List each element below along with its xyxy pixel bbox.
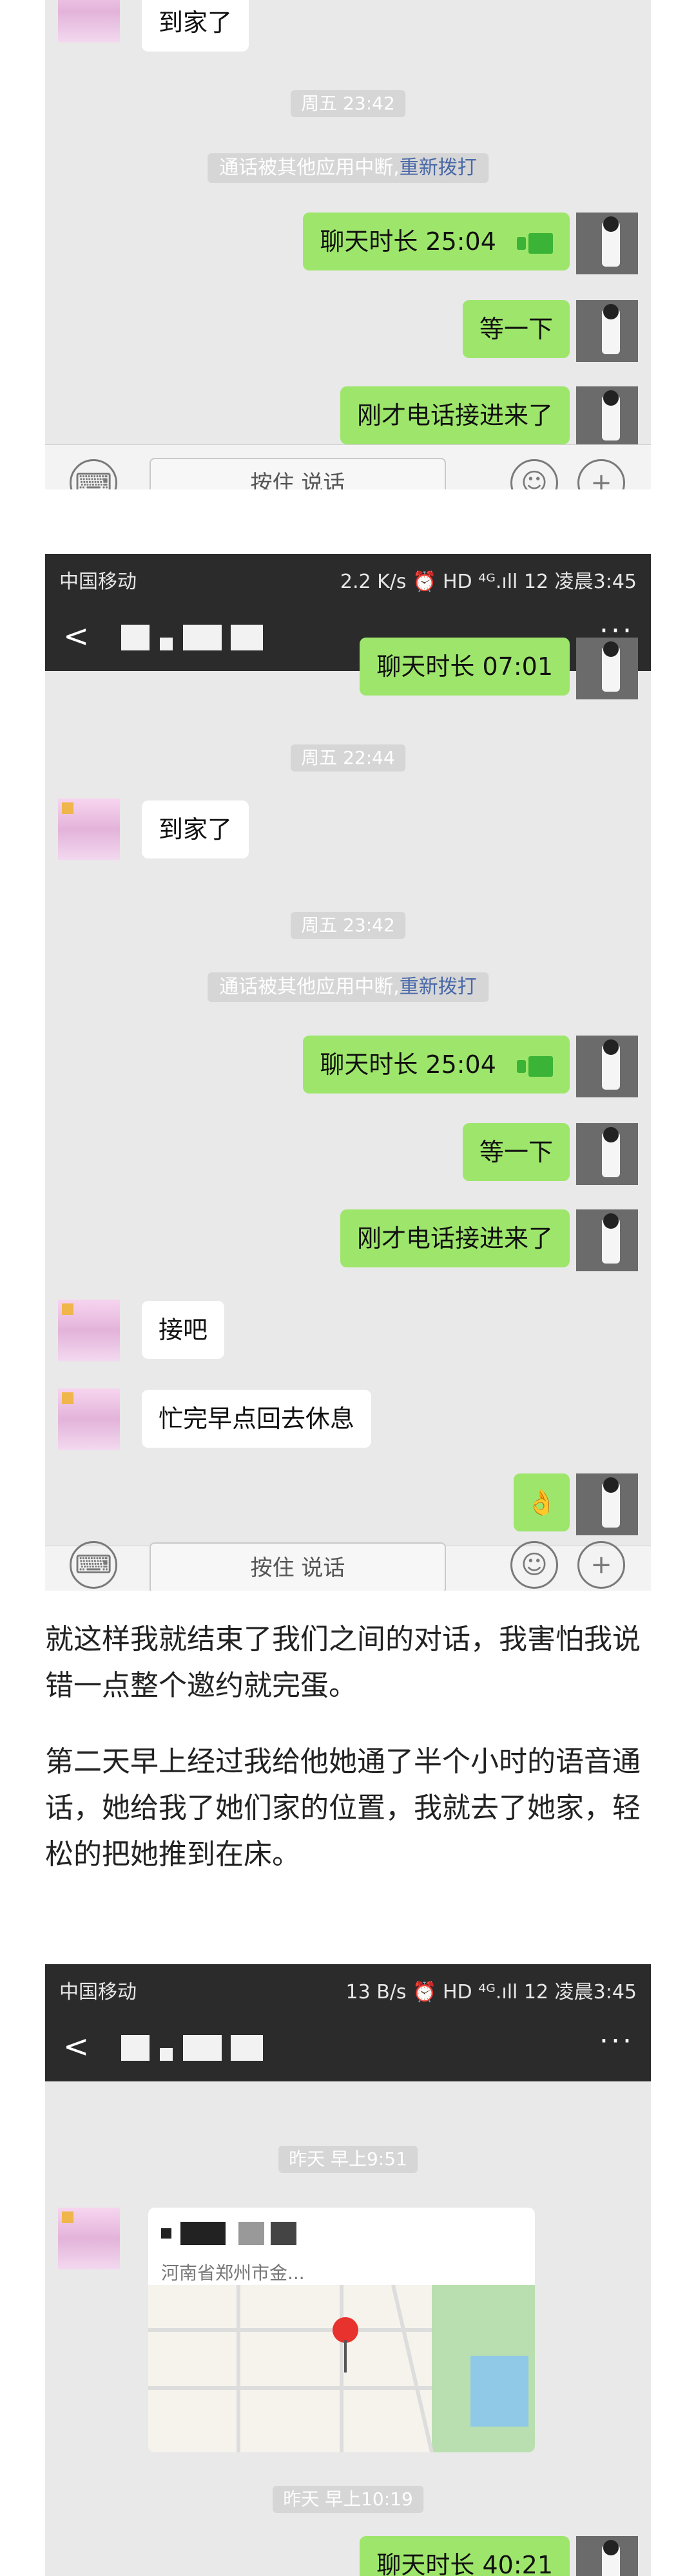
hold-to-talk-button[interactable]: 按住 说话 xyxy=(150,1542,446,1591)
message-bubble-incoming[interactable]: 到家了 xyxy=(142,800,249,858)
redial-link[interactable]: 重新拨打 xyxy=(400,976,477,998)
contact-avatar[interactable] xyxy=(58,2208,120,2269)
more-dots-icon[interactable]: ··· xyxy=(599,2025,634,2058)
contact-avatar[interactable] xyxy=(58,1388,120,1450)
redial-link[interactable]: 重新拨打 xyxy=(400,156,477,179)
my-avatar[interactable] xyxy=(576,1473,638,1535)
plus-icon[interactable]: + xyxy=(577,459,625,489)
map-thumbnail xyxy=(148,2284,535,2452)
call-icon xyxy=(517,1056,553,1077)
system-notice-text: 通话被其他应用中断, xyxy=(219,976,400,998)
my-avatar[interactable] xyxy=(576,1209,638,1271)
message-bubble-incoming[interactable]: 忙完早点回去休息 xyxy=(142,1390,372,1448)
call-duration-bubble[interactable]: 聊天时长 25:04 xyxy=(303,213,570,270)
emoji-message-bubble[interactable]: 👌 xyxy=(513,1473,570,1531)
my-avatar[interactable] xyxy=(576,300,638,362)
contact-name-redacted xyxy=(121,2035,314,2061)
location-address: 河南省郑州市金... xyxy=(161,2262,305,2284)
call-duration-bubble[interactable]: 聊天时长 25:04 xyxy=(303,1036,570,1094)
my-avatar[interactable] xyxy=(576,1036,638,1097)
my-avatar[interactable] xyxy=(576,1123,638,1185)
title-bar-cover xyxy=(45,600,651,671)
keyboard-icon[interactable]: ⌨ xyxy=(70,1541,117,1589)
my-avatar[interactable] xyxy=(576,213,638,274)
map-pin-stick xyxy=(344,2340,347,2372)
contact-avatar[interactable] xyxy=(58,799,120,860)
status-right: 2.2 K/s ⏰ HD ⁴ᴳ.ıll 12 凌晨3:45 xyxy=(340,571,637,593)
message-bubble-outgoing[interactable]: 等一下 xyxy=(462,1123,570,1181)
location-name-redacted xyxy=(161,2222,354,2248)
status-bar: 中国移动 13 B/s ⏰ HD ⁴ᴳ.ıll 12 凌晨3:45 xyxy=(45,1964,651,2011)
chat-screenshot-2: 中国移动 2.2 K/s ⏰ HD ⁴ᴳ.ıll 12 凌晨3:45 < ···… xyxy=(45,554,651,1591)
call-icon xyxy=(517,232,553,254)
timestamp: 周五 22:44 xyxy=(291,744,405,772)
page: 到家了 周五 23:42 通话被其他应用中断,重新拨打 聊天时长 25:04 等… xyxy=(0,0,696,2576)
message-bubble-incoming[interactable]: 接吧 xyxy=(142,1301,225,1359)
chat-title-bar: < ··· xyxy=(45,2011,651,2081)
contact-avatar[interactable] xyxy=(58,0,120,43)
back-icon[interactable]: < xyxy=(63,2029,89,2065)
timestamp: 昨天 早上10:19 xyxy=(273,2486,423,2513)
status-carrier: 中国移动 xyxy=(59,1981,137,2003)
status-right: 13 B/s ⏰ HD ⁴ᴳ.ıll 12 凌晨3:45 xyxy=(345,1981,637,2003)
status-bar: 中国移动 2.2 K/s ⏰ HD ⁴ᴳ.ıll 12 凌晨3:45 xyxy=(45,554,651,600)
call-duration-bubble[interactable]: 聊天时长 40:21 xyxy=(360,2536,570,2576)
hold-to-talk-button[interactable]: 按住 说话 xyxy=(150,458,446,489)
map-roads xyxy=(148,2284,535,2452)
contact-avatar[interactable] xyxy=(58,1300,120,1361)
my-avatar[interactable] xyxy=(576,2536,638,2576)
chat-screenshot-3: 中国移动 13 B/s ⏰ HD ⁴ᴳ.ıll 12 凌晨3:45 < ··· … xyxy=(45,1964,651,2576)
emoji-icon[interactable]: ☺ xyxy=(510,1541,558,1589)
article-paragraph-2: 第二天早上经过我给他她通了半个小时的语音通话，她给我了她们家的位置，我就去了她家… xyxy=(45,1745,641,1871)
call-duration-text: 聊天时长 25:04 xyxy=(320,1050,496,1079)
keyboard-icon[interactable]: ⌨ xyxy=(70,459,117,489)
map-pin-icon xyxy=(333,2317,358,2343)
chat-screenshot-1: 到家了 周五 23:42 通话被其他应用中断,重新拨打 聊天时长 25:04 等… xyxy=(45,0,651,489)
my-avatar[interactable] xyxy=(576,386,638,448)
message-bubble-outgoing[interactable]: 等一下 xyxy=(462,300,570,358)
plus-icon[interactable]: + xyxy=(577,1541,625,1589)
status-carrier: 中国移动 xyxy=(59,571,137,593)
location-message-card[interactable]: 河南省郑州市金... xyxy=(148,2208,535,2452)
system-notice: 通话被其他应用中断,重新拨打 xyxy=(208,153,488,183)
timestamp: 周五 23:42 xyxy=(291,912,405,939)
message-bubble-outgoing[interactable]: 刚才电话接进来了 xyxy=(340,386,570,444)
message-bubble-incoming[interactable]: 到家了 xyxy=(142,0,249,52)
call-duration-text: 聊天时长 40:21 xyxy=(376,2551,553,2576)
system-notice-text: 通话被其他应用中断, xyxy=(219,156,400,179)
system-notice: 通话被其他应用中断,重新拨打 xyxy=(208,972,488,1002)
article-paragraph-1: 就这样我就结束了我们之间的对话，我害怕我说错一点整个邀约就完蛋。 xyxy=(45,1623,641,1702)
my-avatar[interactable] xyxy=(576,638,638,699)
timestamp: 周五 23:42 xyxy=(291,90,405,117)
call-duration-text: 聊天时长 25:04 xyxy=(320,227,496,256)
message-bubble-outgoing[interactable]: 刚才电话接进来了 xyxy=(340,1209,570,1267)
emoji-icon[interactable]: ☺ xyxy=(510,459,558,489)
chat-input-bar: ⌨ 按住 说话 ☺ + xyxy=(45,1541,651,1591)
timestamp: 昨天 早上9:51 xyxy=(278,2146,418,2173)
chat-input-bar: ⌨ 按住 说话 ☺ + xyxy=(45,444,651,489)
